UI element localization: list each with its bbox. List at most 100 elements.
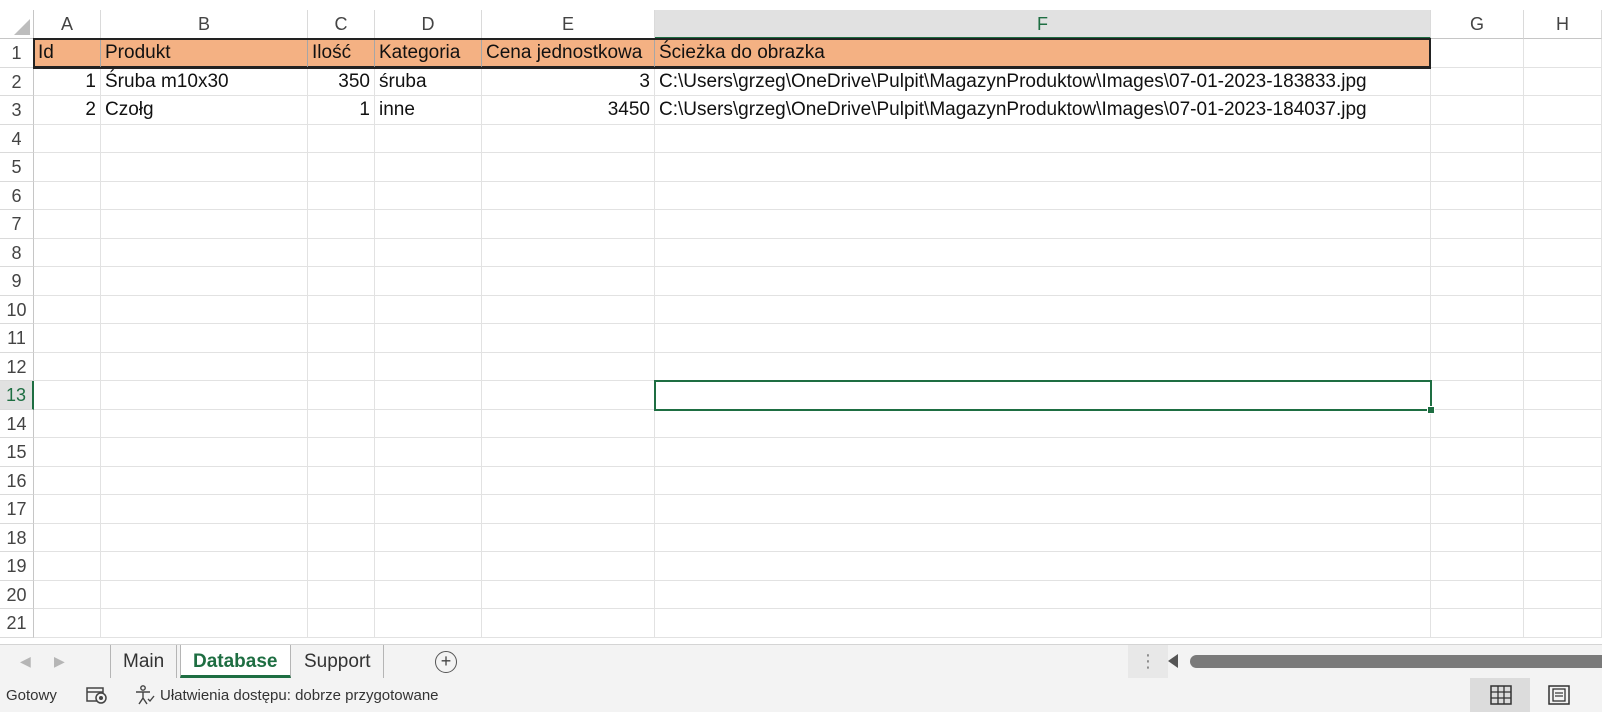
row-header-19[interactable]: 19 (0, 552, 34, 581)
plus-circle-icon[interactable]: + (435, 651, 457, 673)
horizontal-scrollbar-thumb[interactable] (1190, 655, 1602, 668)
cell-c15[interactable] (308, 438, 375, 467)
column-header-d[interactable]: D (375, 10, 482, 39)
chevron-right-icon[interactable]: ▶ (54, 653, 65, 670)
cell-a19[interactable] (34, 552, 101, 581)
cell-e16[interactable] (482, 466, 655, 495)
cell-d11[interactable] (375, 324, 482, 353)
cell-f17[interactable] (655, 495, 1431, 524)
cell-c6[interactable] (308, 181, 375, 210)
cell-h2[interactable] (1524, 67, 1602, 96)
chevron-left-icon[interactable]: ◀ (20, 653, 31, 670)
cell-e21[interactable] (482, 609, 655, 638)
cell-b5[interactable] (101, 153, 308, 182)
cell-b18[interactable] (101, 523, 308, 552)
cell-f2[interactable]: C:\Users\grzeg\OneDrive\Pulpit\MagazynPr… (655, 67, 1431, 96)
cell-b3[interactable]: Czołg (101, 96, 308, 125)
column-header-a[interactable]: A (34, 10, 101, 39)
cell-g14[interactable] (1431, 409, 1524, 438)
cell-h3[interactable] (1524, 96, 1602, 125)
row-header-1[interactable]: 1 (0, 39, 34, 68)
cell-d21[interactable] (375, 609, 482, 638)
cell-a4[interactable] (34, 124, 101, 153)
cell-b9[interactable] (101, 267, 308, 296)
row-header-8[interactable]: 8 (0, 238, 34, 267)
header-cell-c[interactable]: Ilość (308, 39, 375, 68)
cell-c2[interactable]: 350 (308, 67, 375, 96)
row-header-16[interactable]: 16 (0, 466, 34, 495)
header-cell-b[interactable]: Produkt (101, 39, 308, 68)
cell-h20[interactable] (1524, 580, 1602, 609)
fill-handle[interactable] (1427, 405, 1435, 414)
cell-h19[interactable] (1524, 552, 1602, 581)
cell-g2[interactable] (1431, 67, 1524, 96)
cell-h7[interactable] (1524, 210, 1602, 239)
cell-e15[interactable] (482, 438, 655, 467)
cell-d16[interactable] (375, 466, 482, 495)
cell-f20[interactable] (655, 580, 1431, 609)
cell-f21[interactable] (655, 609, 1431, 638)
row-header-7[interactable]: 7 (0, 210, 34, 239)
cell-c5[interactable] (308, 153, 375, 182)
cell-a13[interactable] (34, 381, 101, 410)
cell-a15[interactable] (34, 438, 101, 467)
cell-c7[interactable] (308, 210, 375, 239)
row-header-14[interactable]: 14 (0, 409, 34, 438)
accessibility-status-text[interactable]: Ułatwienia dostępu: dobrze przygotowane (160, 687, 439, 704)
cell-b4[interactable] (101, 124, 308, 153)
cell-g17[interactable] (1431, 495, 1524, 524)
cell-e6[interactable] (482, 181, 655, 210)
cell-b14[interactable] (101, 409, 308, 438)
row-header-4[interactable]: 4 (0, 124, 34, 153)
cell-b21[interactable] (101, 609, 308, 638)
cell-a5[interactable] (34, 153, 101, 182)
cell-e5[interactable] (482, 153, 655, 182)
cell-a20[interactable] (34, 580, 101, 609)
cell-c4[interactable] (308, 124, 375, 153)
column-header-e[interactable]: E (482, 10, 655, 39)
cell-a8[interactable] (34, 238, 101, 267)
cell-h17[interactable] (1524, 495, 1602, 524)
cell-d2[interactable]: śruba (375, 67, 482, 96)
accessibility-icon[interactable] (134, 684, 156, 706)
cell-e10[interactable] (482, 295, 655, 324)
cell-d10[interactable] (375, 295, 482, 324)
cell-e19[interactable] (482, 552, 655, 581)
cell-d6[interactable] (375, 181, 482, 210)
cell-e11[interactable] (482, 324, 655, 353)
cell-c13[interactable] (308, 381, 375, 410)
cell-b20[interactable] (101, 580, 308, 609)
cell-e13[interactable] (482, 381, 655, 410)
column-header-b[interactable]: B (101, 10, 308, 39)
cell-h1[interactable] (1524, 39, 1602, 68)
cell-f18[interactable] (655, 523, 1431, 552)
header-cell-a[interactable]: Id (34, 39, 101, 68)
cell-c3[interactable]: 1 (308, 96, 375, 125)
cell-f9[interactable] (655, 267, 1431, 296)
cell-a11[interactable] (34, 324, 101, 353)
row-header-12[interactable]: 12 (0, 352, 34, 381)
row-header-5[interactable]: 5 (0, 153, 34, 182)
cell-h16[interactable] (1524, 466, 1602, 495)
cell-a21[interactable] (34, 609, 101, 638)
cell-a18[interactable] (34, 523, 101, 552)
cell-h6[interactable] (1524, 181, 1602, 210)
cell-a16[interactable] (34, 466, 101, 495)
cell-c8[interactable] (308, 238, 375, 267)
page-layout-icon[interactable] (1548, 685, 1570, 705)
cell-c19[interactable] (308, 552, 375, 581)
cell-b11[interactable] (101, 324, 308, 353)
row-header-20[interactable]: 20 (0, 580, 34, 609)
cell-a3[interactable]: 2 (34, 96, 101, 125)
cell-e9[interactable] (482, 267, 655, 296)
tab-main[interactable]: Main (110, 645, 178, 678)
cell-g15[interactable] (1431, 438, 1524, 467)
header-cell-f[interactable]: Ścieżka do obrazka (655, 39, 1431, 68)
cell-g7[interactable] (1431, 210, 1524, 239)
cell-f7[interactable] (655, 210, 1431, 239)
cell-c9[interactable] (308, 267, 375, 296)
cell-h9[interactable] (1524, 267, 1602, 296)
cell-a12[interactable] (34, 352, 101, 381)
cell-a9[interactable] (34, 267, 101, 296)
row-header-18[interactable]: 18 (0, 523, 34, 552)
